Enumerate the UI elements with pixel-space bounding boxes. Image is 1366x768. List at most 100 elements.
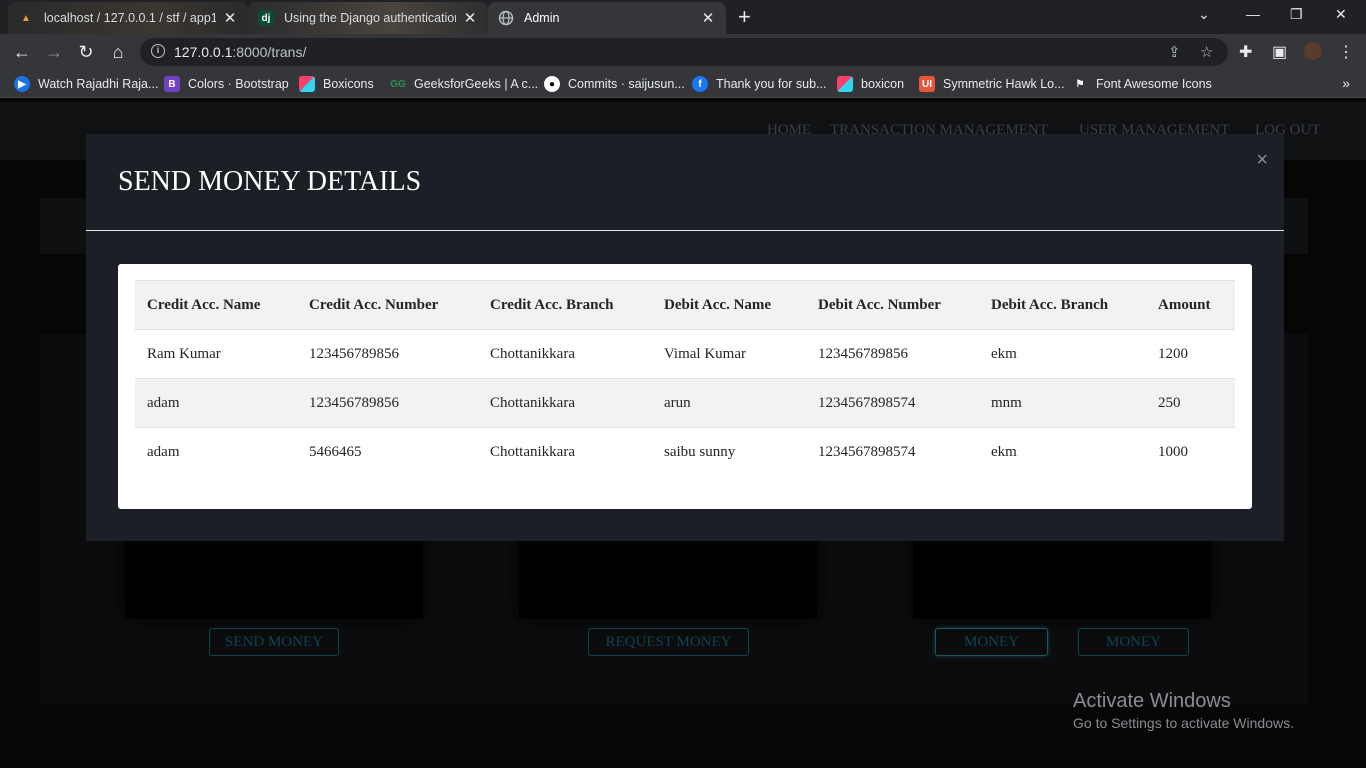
browser-tab-strip: ▲ localhost / 127.0.0.1 / stf / app1_ ✕ …: [0, 0, 1366, 34]
forward-arrow-icon[interactable]: →: [43, 41, 65, 63]
boxicons-icon: [299, 76, 315, 92]
bookmark-label: Watch Rajadhi Raja...: [38, 77, 159, 91]
minimize-icon[interactable]: —: [1246, 6, 1260, 22]
table-row: adam 123456789856 Chottanikkara arun 123…: [135, 378, 1235, 428]
activate-windows-title: Activate Windows: [1073, 690, 1231, 712]
geeksforgeeks-icon: GG: [390, 78, 406, 90]
more-menu-icon[interactable]: ⋮: [1338, 42, 1354, 62]
share-icon[interactable]: ⇪: [1168, 43, 1181, 61]
table-cell: 123456789856: [297, 329, 478, 379]
transactions-table: Credit Acc. Name Credit Acc. Number Cred…: [135, 280, 1235, 477]
restore-icon[interactable]: ❐: [1290, 6, 1303, 23]
more-bookmarks-icon[interactable]: »: [1342, 75, 1350, 91]
table-cell: 1000: [1146, 427, 1235, 477]
bookmark-item[interactable]: Boxicons: [299, 76, 374, 92]
browser-tab[interactable]: dj Using the Django authentication ✕: [248, 2, 488, 34]
url-text: 127.0.0.1:8000/trans/: [174, 44, 307, 60]
tab-title: localhost / 127.0.0.1 / stf / app1_: [44, 11, 216, 25]
bookmark-star-icon[interactable]: ☆: [1200, 43, 1213, 61]
bookmark-item[interactable]: UI Symmetric Hawk Lo...: [919, 76, 1065, 92]
bookmark-item[interactable]: B Colors · Bootstrap: [164, 76, 289, 92]
table-cell: adam: [135, 378, 297, 428]
table-cell: 123456789856: [806, 329, 979, 379]
modal-body: Credit Acc. Name Credit Acc. Number Cred…: [118, 264, 1252, 509]
play-icon: ▶: [14, 76, 30, 92]
github-icon: ●: [544, 76, 560, 92]
new-tab-plus-icon[interactable]: +: [738, 6, 751, 28]
table-cell: Chottanikkara: [478, 329, 652, 379]
flag-icon: ⚑: [1075, 78, 1085, 90]
table-cell: 1234567898574: [806, 427, 979, 477]
bookmarks-bar: ▶ Watch Rajadhi Raja... B Colors · Boots…: [0, 70, 1366, 98]
tab-search-chevron-icon[interactable]: ⌄: [1198, 6, 1210, 23]
bookmark-label: Symmetric Hawk Lo...: [943, 77, 1065, 91]
close-icon[interactable]: ✕: [462, 9, 478, 27]
table-cell: mnm: [979, 378, 1146, 428]
facebook-icon: f: [692, 76, 708, 92]
column-header: Amount: [1146, 280, 1235, 330]
browser-tab-active[interactable]: Admin ✕: [488, 2, 726, 34]
bookmark-label: Colors · Bootstrap: [188, 77, 289, 91]
table-cell: arun: [652, 378, 806, 428]
table-cell: saibu sunny: [652, 427, 806, 477]
browser-tab[interactable]: ▲ localhost / 127.0.0.1 / stf / app1_ ✕: [8, 2, 248, 34]
bookmark-label: Font Awesome Icons: [1096, 77, 1212, 91]
reload-icon[interactable]: ↻: [75, 41, 97, 63]
back-arrow-icon[interactable]: ←: [11, 41, 33, 63]
table-cell: adam: [135, 427, 297, 477]
globe-icon: [498, 10, 514, 26]
browser-toolbar: ← → ↻ ⌂ i 127.0.0.1:8000/trans/ ⇪ ☆ ✚ ▣ …: [0, 34, 1366, 70]
close-window-icon[interactable]: ✕: [1335, 6, 1347, 23]
bookmark-item[interactable]: ● Commits · saijusun...: [544, 76, 685, 92]
bookmark-label: Boxicons: [323, 77, 374, 91]
bookmark-label: boxicon: [861, 77, 905, 91]
column-header: Credit Acc. Number: [297, 280, 478, 330]
bookmark-label: Commits · saijusun...: [568, 77, 685, 91]
table-header-row: Credit Acc. Name Credit Acc. Number Cred…: [135, 280, 1235, 330]
table-cell: Chottanikkara: [478, 378, 652, 428]
bookmark-label: GeeksforGeeks | A c...: [414, 77, 539, 91]
table-cell: 1234567898574: [806, 378, 979, 428]
table-cell: 5466465: [297, 427, 478, 477]
address-bar[interactable]: i 127.0.0.1:8000/trans/ ⇪ ☆: [140, 38, 1228, 66]
modal-title: SEND MONEY DETAILS: [118, 166, 422, 197]
table-cell: 250: [1146, 378, 1235, 428]
bookmark-item[interactable]: f Thank you for sub...: [692, 76, 826, 92]
activate-windows-subtitle: Go to Settings to activate Windows.: [1073, 715, 1294, 731]
column-header: Debit Acc. Name: [652, 280, 806, 330]
divider: [86, 230, 1284, 231]
bookmark-label: Thank you for sub...: [716, 77, 827, 91]
table-cell: 123456789856: [297, 378, 478, 428]
bookmark-item[interactable]: ▶ Watch Rajadhi Raja...: [14, 76, 158, 92]
profile-avatar-icon[interactable]: [1304, 42, 1322, 65]
table-cell: Vimal Kumar: [652, 329, 806, 379]
table-cell: Chottanikkara: [478, 427, 652, 477]
send-money-modal: SEND MONEY DETAILS × Credit Acc. Name Cr…: [86, 134, 1284, 541]
bootstrap-icon: B: [164, 76, 180, 92]
bookmark-item[interactable]: GG GeeksforGeeks | A c...: [390, 76, 538, 92]
table-cell: ekm: [979, 427, 1146, 477]
table-row: Ram Kumar 123456789856 Chottanikkara Vim…: [135, 329, 1235, 379]
phpmyadmin-icon: ▲: [21, 12, 31, 24]
tab-title: Using the Django authentication: [284, 11, 456, 25]
table-cell: 1200: [1146, 329, 1235, 379]
close-icon[interactable]: ×: [1256, 150, 1268, 170]
table-row: adam 5466465 Chottanikkara saibu sunny 1…: [135, 427, 1235, 477]
ui-icon: UI: [919, 76, 935, 92]
column-header: Debit Acc. Number: [806, 280, 979, 330]
close-icon[interactable]: ✕: [700, 9, 716, 27]
tab-title: Admin: [524, 11, 560, 25]
column-header: Credit Acc. Name: [135, 280, 297, 330]
bookmark-item[interactable]: boxicon: [837, 76, 904, 92]
side-panel-icon[interactable]: ▣: [1272, 42, 1287, 62]
boxicons-icon: [837, 76, 853, 92]
bookmark-item[interactable]: ⚑ Font Awesome Icons: [1072, 76, 1212, 92]
column-header: Credit Acc. Branch: [478, 280, 652, 330]
django-icon: dj: [258, 10, 274, 26]
home-icon[interactable]: ⌂: [107, 41, 129, 63]
column-header: Debit Acc. Branch: [979, 280, 1146, 330]
site-info-icon[interactable]: i: [151, 44, 165, 58]
extensions-puzzle-icon[interactable]: ✚: [1239, 42, 1252, 62]
close-icon[interactable]: ✕: [222, 9, 238, 27]
table-cell: Ram Kumar: [135, 329, 297, 379]
